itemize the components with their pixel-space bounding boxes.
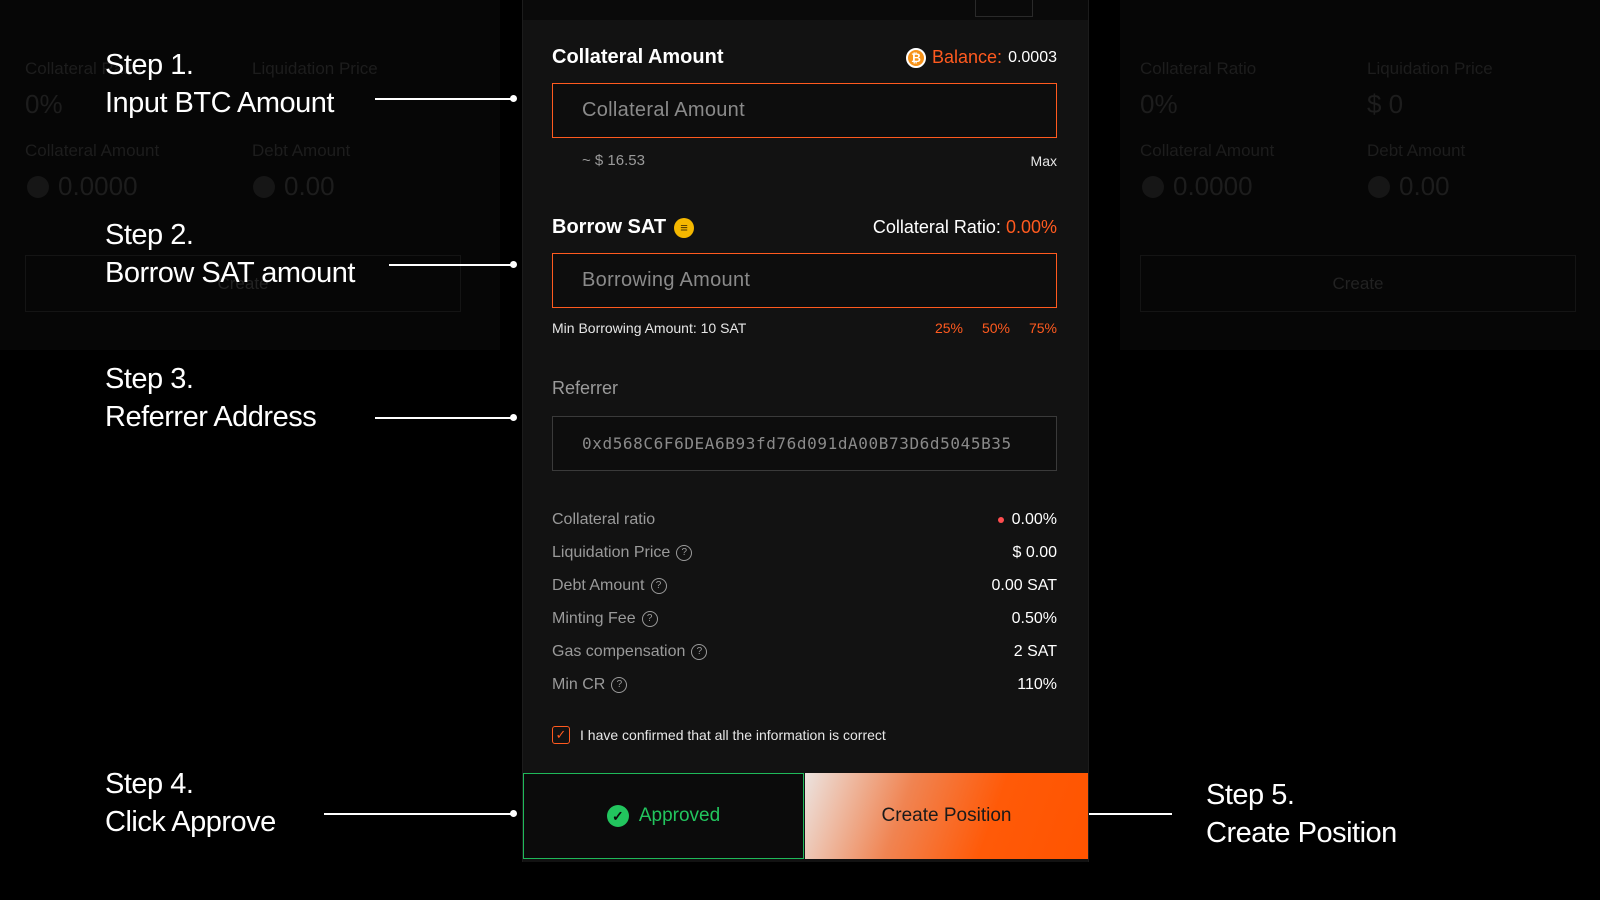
check-circle-icon: ✓	[606, 805, 629, 827]
bg-right-collateral-ratio-label: Collateral Ratio	[1140, 59, 1257, 78]
help-icon[interactable]: ?	[691, 644, 708, 660]
detail-min-cr-label: Min CR ?	[552, 676, 628, 694]
bg-right-liquidation-price-value: $ 0	[1367, 89, 1404, 119]
max-button[interactable]: Max	[1031, 153, 1057, 169]
borrow-sat-label: Borrow SAT	[552, 216, 667, 238]
preset-50-button[interactable]: 50%	[982, 320, 1010, 336]
collateral-usd-estimate: ~ $ 16.53	[582, 152, 645, 169]
step-4-title: Step 4.	[105, 768, 194, 800]
bg-collateral-amount-value: 0.0000	[58, 171, 138, 201]
bg-right-liquidation-price-label: Liquidation Price	[1367, 59, 1493, 78]
detail-minting-fee-text: Minting Fee	[552, 610, 636, 627]
step-3-title: Step 3.	[105, 363, 194, 395]
help-icon[interactable]: ?	[611, 677, 628, 693]
bg-collateral-ratio-value: 0%	[25, 89, 63, 119]
step-1-connector-line	[375, 98, 513, 100]
bg-right-btc-coin-icon	[1142, 176, 1164, 198]
bg-right-collateral-amount-value: 0.0000	[1173, 171, 1253, 201]
detail-collateral-ratio-text: Collateral ratio	[552, 511, 656, 528]
bg-create-button-right[interactable]: Create	[1140, 255, 1576, 312]
bg-debt-amount-label: Debt Amount	[252, 141, 351, 160]
bg-right-debt-amount-label: Debt Amount	[1367, 141, 1466, 160]
detail-gas-compensation-value: 2 SAT	[1013, 643, 1057, 660]
borrow-sat-heading: Borrow SAT ≡	[552, 216, 695, 239]
detail-debt-amount-value: 0.00 SAT	[991, 577, 1057, 594]
detail-gas-compensation-label: Gas compensation ?	[552, 643, 708, 661]
bitcoin-icon: ₿	[906, 47, 926, 68]
bg-right-debt-amount-value: 0.00	[1399, 171, 1450, 201]
borrowing-amount-input[interactable]: Borrowing Amount	[552, 253, 1057, 308]
approve-button[interactable]: ✓ Approved	[523, 773, 804, 859]
step-5-title: Step 5.	[1206, 779, 1295, 811]
step-4-connector-line	[324, 813, 513, 815]
detail-minting-fee-value: 0.50%	[1011, 610, 1057, 627]
bg-right-sat-coin-icon	[1368, 176, 1390, 198]
detail-gas-compensation-text: Gas compensation	[552, 643, 686, 660]
step-2-title: Step 2.	[105, 219, 194, 251]
sat-coin-icon: ≡	[674, 217, 695, 238]
create-position-button-label: Create Position	[881, 805, 1012, 826]
step-1-connector-dot	[510, 95, 517, 102]
step-2-connector-line	[389, 264, 513, 266]
bg-right-collateral-ratio-value: 0%	[1140, 89, 1178, 119]
balance-value: 0.0003	[1008, 48, 1057, 66]
min-borrowing-amount: Min Borrowing Amount: 10 SAT	[552, 320, 747, 336]
detail-liquidation-price-label: Liquidation Price ?	[552, 544, 693, 562]
detail-minting-fee-label: Minting Fee ?	[552, 610, 658, 628]
step-4-connector-dot	[510, 810, 517, 817]
detail-liquidation-price-text: Liquidation Price	[552, 544, 671, 561]
collateral-amount-input[interactable]: Collateral Amount	[552, 83, 1057, 138]
step-2-desc: Borrow SAT amount	[105, 257, 355, 289]
preset-25-button[interactable]: 25%	[935, 320, 963, 336]
step-3-annotation: Step 3. Referrer Address	[105, 360, 317, 436]
detail-collateral-ratio-value: 0.00%	[997, 511, 1057, 529]
detail-debt-amount-text: Debt Amount	[552, 577, 645, 594]
detail-min-cr-value: 110%	[1017, 676, 1057, 693]
step-1-desc: Input BTC Amount	[105, 87, 334, 119]
collateral-ratio-label: Collateral Ratio:	[872, 217, 1001, 237]
confirm-text: I have confirmed that all the informatio…	[580, 727, 886, 743]
help-icon[interactable]: ?	[650, 578, 667, 594]
step-4-desc: Click Approve	[105, 806, 276, 838]
preset-75-button[interactable]: 75%	[1029, 320, 1057, 336]
balance-label: Balance:	[932, 47, 1003, 67]
referrer-label: Referrer	[552, 378, 619, 398]
help-icon[interactable]: ?	[676, 545, 693, 561]
detail-min-cr-text: Min CR	[552, 676, 606, 693]
bg-collateral-amount-label: Collateral Amount	[25, 141, 160, 160]
step-1-title: Step 1.	[105, 49, 194, 81]
bg-right-collateral-amount-label: Collateral Amount	[1140, 141, 1275, 160]
step-3-connector-line	[375, 417, 513, 419]
create-position-button[interactable]: Create Position	[805, 773, 1088, 859]
collateral-ratio-display: Collateral Ratio: 0.00%	[873, 217, 1057, 238]
collateral-ratio-value: 0.00%	[1005, 217, 1057, 237]
detail-collateral-ratio-label: Collateral ratio	[552, 511, 655, 529]
bg-sat-coin-icon	[253, 176, 275, 198]
approve-button-label: Approved	[638, 805, 721, 826]
bg-debt-amount-value: 0.00	[284, 171, 335, 201]
step-2-annotation: Step 2. Borrow SAT amount	[105, 216, 355, 292]
step-5-desc: Create Position	[1206, 817, 1397, 849]
step-4-annotation: Step 4. Click Approve	[105, 765, 276, 841]
step-3-connector-dot	[510, 414, 517, 421]
create-position-modal: Collateral Amount ₿ Balance: 0.0003 Coll…	[522, 0, 1089, 862]
balance-display: ₿ Balance: 0.0003	[906, 47, 1057, 68]
detail-collateral-ratio-text-value: 0.00%	[1011, 511, 1057, 528]
modal-header-strip	[523, 0, 1088, 20]
step-3-desc: Referrer Address	[105, 401, 317, 433]
detail-liquidation-price-value: $ 0.00	[1012, 544, 1057, 561]
help-icon[interactable]: ?	[641, 611, 658, 627]
step-5-annotation: Step 5. Create Position	[1206, 776, 1397, 852]
step-2-connector-dot	[510, 261, 517, 268]
step-1-annotation: Step 1. Input BTC Amount	[105, 46, 334, 122]
referrer-address-input[interactable]: 0xd568C6F6DEA6B93fd76d091dA00B73D6d5045B…	[552, 416, 1057, 471]
collateral-amount-label: Collateral Amount	[552, 46, 724, 68]
confirm-checkbox[interactable]: ✓	[552, 726, 570, 744]
bg-btc-coin-icon	[27, 176, 49, 198]
header-box	[975, 0, 1033, 17]
detail-debt-amount-label: Debt Amount ?	[552, 577, 667, 595]
status-dot-icon	[997, 517, 1004, 523]
